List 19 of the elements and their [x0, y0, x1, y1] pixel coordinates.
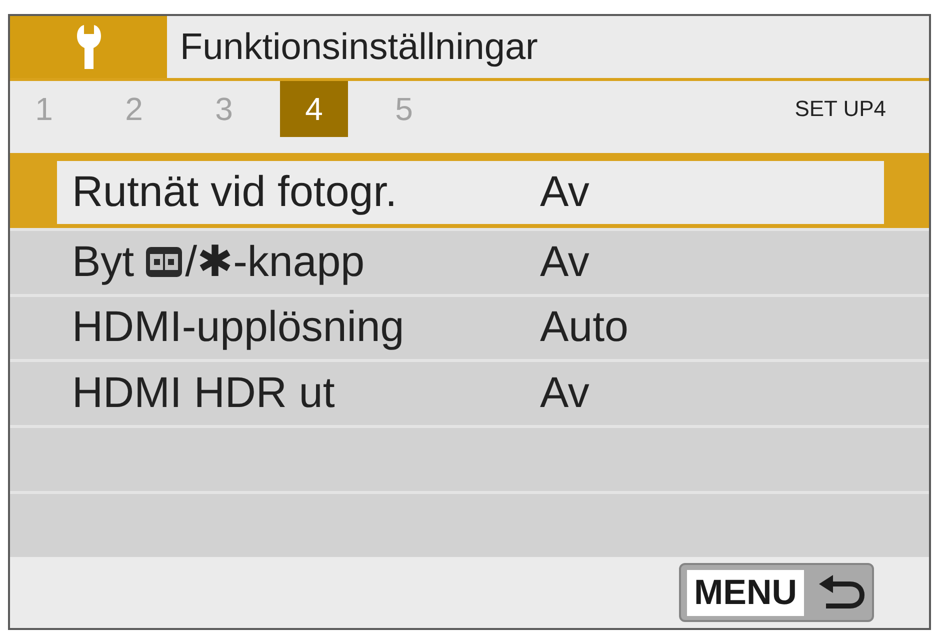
tab[interactable]: 4	[280, 81, 348, 137]
item-label: HDMI-upplösning	[72, 304, 404, 352]
item-label: /✱-knapp	[185, 238, 365, 286]
item-label: Byt	[72, 238, 134, 286]
key-icon	[146, 247, 182, 278]
menu-item[interactable]: Byt /✱-knapp Av	[10, 228, 929, 294]
item-label: Rutnät vid fotogr.	[72, 168, 398, 216]
item-value: Auto	[540, 304, 628, 352]
item-value: Av	[540, 168, 590, 216]
item-value: Av	[540, 370, 590, 418]
category-tab[interactable]	[10, 16, 167, 78]
menu-item[interactable]: HDMI HDR ut Av	[10, 359, 929, 426]
page-label: SET UP4	[794, 94, 886, 122]
menu-title: Funktionsinställningar	[180, 26, 538, 68]
menu-item[interactable]: Rutnät vid fotogr. Av	[10, 156, 929, 228]
menu-item[interactable]: HDMI-upplösning Auto	[10, 294, 929, 360]
item-label: HDMI HDR ut	[72, 370, 335, 418]
item-value: Av	[540, 238, 590, 286]
menu-button[interactable]: MENU	[679, 563, 874, 622]
